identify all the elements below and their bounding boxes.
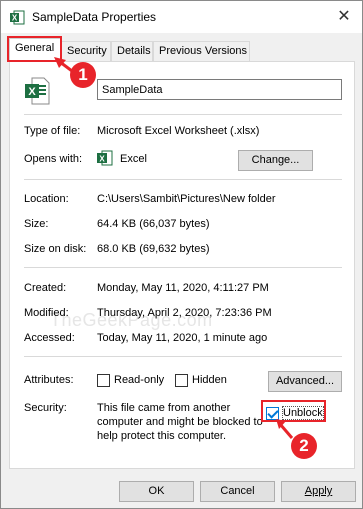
hidden-label[interactable]: Hidden [192,374,227,386]
divider [24,267,342,268]
read-only-label[interactable]: Read-only [114,374,164,386]
svg-text:X: X [28,86,36,98]
security-text-line-1: This file came from another [97,402,231,414]
annotation-badge-2: 2 [291,433,317,459]
window-title: SampleData Properties [32,10,157,24]
size-value: 64.4 KB (66,037 bytes) [97,218,210,230]
cancel-button[interactable]: Cancel [200,481,275,502]
created-value: Monday, May 11, 2020, 4:11:27 PM [97,282,269,294]
advanced-button[interactable]: Advanced... [268,371,342,392]
tab-previous-versions[interactable]: Previous Versions [153,41,250,61]
advanced-button-label: Advanced... [275,375,335,387]
apply-button[interactable]: Apply [281,481,356,502]
ok-button-label: OK [148,485,165,497]
read-only-checkbox[interactable] [97,374,110,387]
divider [24,179,342,180]
opens-with-label: Opens with: [24,153,83,165]
attributes-label: Attributes: [24,374,74,386]
excel-icon: X [97,150,113,166]
accessed-label: Accessed: [24,332,75,344]
type-value: Microsoft Excel Worksheet (.xlsx) [97,125,260,137]
svg-text:X: X [99,155,105,164]
created-label: Created: [24,282,67,294]
divider [24,114,342,115]
svg-text:X: X [12,14,18,23]
divider [24,356,342,357]
file-name-input[interactable] [97,79,342,100]
apply-button-label: Apply [304,485,333,497]
modified-label: Modified: [24,307,69,319]
excel-file-icon: X [25,77,50,105]
security-text-line-3: help protect this computer. [97,430,227,442]
size-on-disk-value: 68.0 KB (69,632 bytes) [97,243,210,255]
location-value: C:\Users\Sambit\Pictures\New folder [97,193,276,205]
excel-app-icon: X [10,10,25,25]
security-text-line-2: computer and might be blocked to [97,416,263,428]
title-bar: X SampleData Properties ✕ [1,1,362,33]
change-button[interactable]: Change... [238,150,313,171]
size-on-disk-label: Size on disk: [24,243,87,255]
tab-details[interactable]: Details [111,41,153,61]
ok-button[interactable]: OK [119,481,194,502]
accessed-value: Today, May 11, 2020, 1 minute ago [97,332,268,344]
change-button-label: Change... [251,154,300,166]
modified-value: Thursday, April 2, 2020, 7:23:36 PM [97,307,272,319]
security-label: Security: [24,402,67,414]
opens-with-value: Excel [120,153,147,165]
close-button[interactable]: ✕ [332,5,356,29]
cancel-button-label: Cancel [220,485,255,497]
type-label: Type of file: [24,125,81,137]
location-label: Location: [24,193,69,205]
size-label: Size: [24,218,49,230]
hidden-checkbox[interactable] [175,374,188,387]
annotation-badge-1: 1 [70,62,96,88]
